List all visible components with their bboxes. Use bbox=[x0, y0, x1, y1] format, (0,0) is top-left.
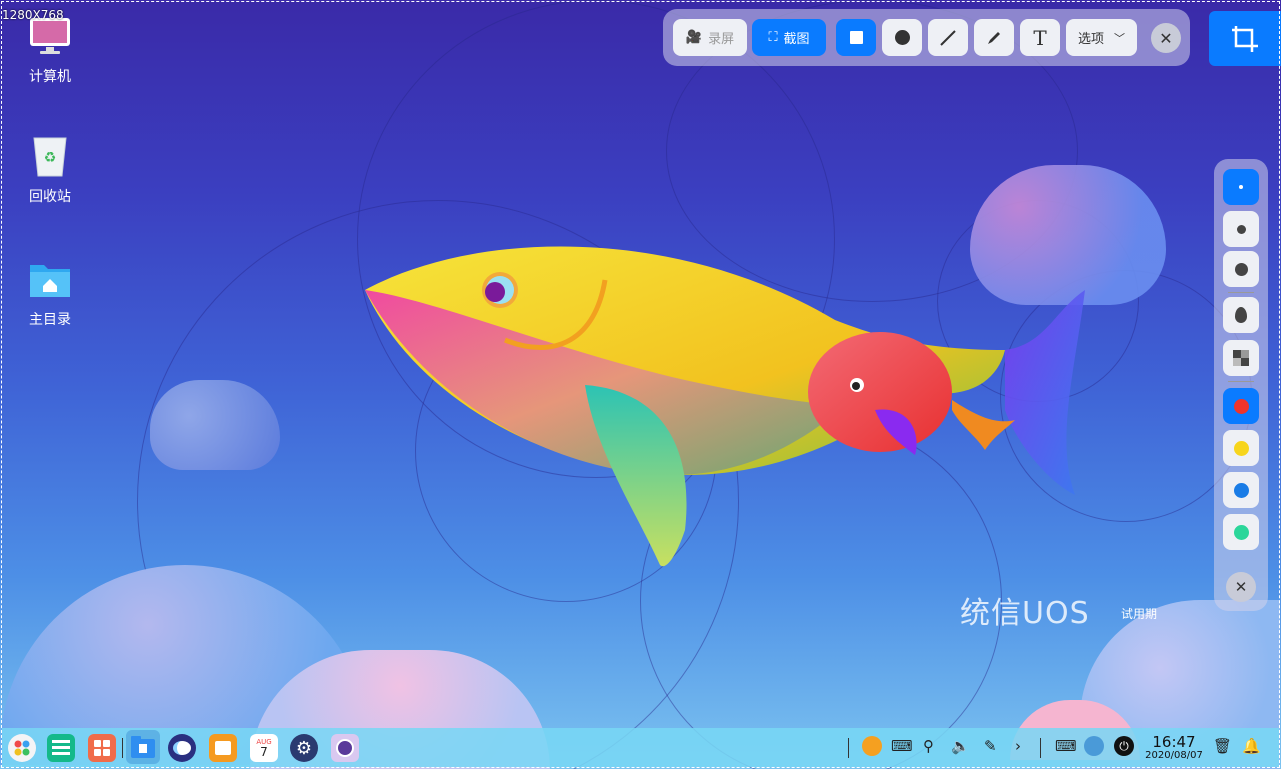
launcher-glyph bbox=[14, 740, 30, 756]
dot-medium-icon bbox=[1236, 224, 1246, 234]
options-dropdown[interactable]: 选项 ﹀ bbox=[1066, 19, 1137, 56]
text-icon: T bbox=[1033, 25, 1047, 50]
calendar-icon[interactable]: AUG 7 bbox=[250, 734, 278, 762]
camera-icon[interactable] bbox=[331, 734, 359, 762]
mosaic-button[interactable] bbox=[1223, 340, 1259, 376]
line-tool[interactable] bbox=[928, 19, 968, 56]
desktop-icon-home[interactable]: 主目录 bbox=[14, 257, 86, 329]
pen-icon bbox=[988, 31, 1000, 44]
text-tool[interactable]: T bbox=[1020, 19, 1060, 56]
blur-drop-icon bbox=[1235, 307, 1247, 323]
network-icon[interactable] bbox=[1084, 736, 1104, 756]
close-toolbar-button[interactable]: ✕ bbox=[1151, 23, 1181, 53]
desktop-icon-computer[interactable]: 计算机 bbox=[14, 14, 86, 86]
close-palette-button[interactable]: ✕ bbox=[1226, 572, 1256, 602]
rectangle-tool[interactable] bbox=[836, 19, 876, 56]
trash-tray-icon[interactable]: 🗑 bbox=[1213, 737, 1232, 755]
launcher-icon[interactable] bbox=[8, 734, 36, 762]
resolution-label: 1280X768 bbox=[2, 8, 64, 22]
uos-watermark: 统信UOS bbox=[960, 596, 1090, 631]
dock-taskbar: AUG 7 ⚙ ⌨ ⚲ 🔈 ✎ › ⌨ ⏻ 16:47 2020/08/07 🗑… bbox=[2, 728, 1279, 767]
settings-icon[interactable]: ⚙ bbox=[290, 734, 318, 762]
camera-glyph bbox=[336, 739, 354, 757]
color-blue-button[interactable] bbox=[1223, 472, 1259, 508]
close-icon: ✕ bbox=[1159, 28, 1173, 48]
desktop-icon-trash[interactable]: ♻ 回收站 bbox=[14, 134, 86, 206]
crop-icon bbox=[1232, 25, 1258, 52]
screenshot-toolbar: 🎥 录屏 ⛶ 截图 T 选项 ﹀ ✕ bbox=[663, 9, 1190, 66]
ellipse-icon bbox=[894, 30, 910, 45]
close-icon: ✕ bbox=[1234, 578, 1248, 596]
line-icon bbox=[940, 29, 956, 46]
color-swatch bbox=[1233, 524, 1249, 540]
screenshot-label: 截图 bbox=[783, 32, 810, 47]
record-button[interactable]: 🎥 录屏 bbox=[673, 19, 747, 56]
pen-icon[interactable]: ✎ bbox=[984, 737, 997, 755]
app-store-icon[interactable] bbox=[88, 734, 116, 762]
color-yellow-button[interactable] bbox=[1223, 430, 1259, 466]
trash-icon: ♻ bbox=[28, 134, 72, 178]
desktop-icon-label: 回收站 bbox=[29, 189, 71, 205]
tray-separator bbox=[848, 738, 849, 758]
color-swatch bbox=[1233, 482, 1249, 498]
size-large-button[interactable] bbox=[1223, 251, 1259, 287]
color-swatch bbox=[1233, 398, 1249, 414]
record-label: 录屏 bbox=[708, 32, 735, 47]
pen-tool[interactable] bbox=[974, 19, 1014, 56]
browser-glyph bbox=[173, 741, 191, 755]
bag-glyph bbox=[215, 741, 231, 755]
multitask-icon[interactable] bbox=[47, 734, 75, 762]
gear-icon: ⚙ bbox=[295, 737, 313, 759]
mosaic-icon bbox=[1233, 350, 1249, 366]
dot-large-icon bbox=[1234, 262, 1248, 276]
color-swatch bbox=[1233, 440, 1249, 456]
divider bbox=[1228, 292, 1254, 293]
home-folder-icon bbox=[28, 257, 72, 301]
tray-separator bbox=[1040, 738, 1041, 758]
color-red-button[interactable] bbox=[1223, 388, 1259, 424]
chevron-down-icon: ﹀ bbox=[1114, 31, 1125, 45]
folder-glyph bbox=[131, 736, 155, 758]
dot-small-icon bbox=[1239, 185, 1243, 189]
store-bag-icon[interactable] bbox=[209, 734, 237, 762]
blur-button[interactable] bbox=[1223, 297, 1259, 333]
ellipse-tool[interactable] bbox=[882, 19, 922, 56]
input-method-icon[interactable] bbox=[862, 736, 882, 756]
browser-icon[interactable] bbox=[168, 734, 196, 762]
divider bbox=[1228, 381, 1254, 382]
clock-date: 2020/08/07 bbox=[1145, 750, 1203, 761]
rectangle-icon bbox=[849, 31, 863, 44]
capture-button[interactable] bbox=[1209, 11, 1281, 66]
whale-illustration bbox=[365, 246, 1085, 567]
color-green-button[interactable] bbox=[1223, 514, 1259, 550]
dock-separator bbox=[122, 738, 123, 758]
file-manager-icon[interactable] bbox=[126, 730, 160, 764]
grid-glyph bbox=[94, 740, 110, 756]
screenshot-button[interactable]: ⛶ 截图 bbox=[752, 19, 826, 56]
svg-text:♻: ♻ bbox=[44, 150, 57, 166]
chevron-right-icon[interactable]: › bbox=[1015, 737, 1021, 755]
multitask-glyph bbox=[52, 740, 70, 755]
video-camera-icon: 🎥 bbox=[685, 30, 703, 45]
cloud bbox=[150, 380, 280, 470]
power-icon[interactable]: ⏻ bbox=[1114, 736, 1134, 756]
options-label: 选项 bbox=[1077, 32, 1104, 47]
desktop-icon-label: 计算机 bbox=[29, 69, 71, 85]
desktop-icon-label: 主目录 bbox=[29, 312, 71, 328]
style-palette: ✕ bbox=[1214, 159, 1268, 611]
trial-label: 试用期 bbox=[1121, 607, 1158, 621]
keyboard-toggle-icon[interactable]: ⌨ bbox=[1055, 737, 1077, 755]
keyboard-icon[interactable]: ⌨ bbox=[891, 737, 913, 755]
calendar-day: 7 bbox=[260, 744, 268, 759]
desktop: 计算机 ♻ 回收站 主目录 统信UOS 试用期 🎥 录屏 ⛶ 截图 T 选项 ﹀… bbox=[0, 0, 1281, 769]
size-small-button[interactable] bbox=[1223, 169, 1259, 205]
size-medium-button[interactable] bbox=[1223, 211, 1259, 247]
notification-bell-icon[interactable]: 🔔 bbox=[1242, 737, 1261, 755]
volume-icon[interactable]: 🔈 bbox=[951, 737, 970, 755]
usb-icon[interactable]: ⚲ bbox=[923, 737, 934, 755]
crop-icon: ⛶ bbox=[768, 30, 778, 45]
clock-time[interactable]: 16:47 bbox=[1150, 733, 1198, 751]
